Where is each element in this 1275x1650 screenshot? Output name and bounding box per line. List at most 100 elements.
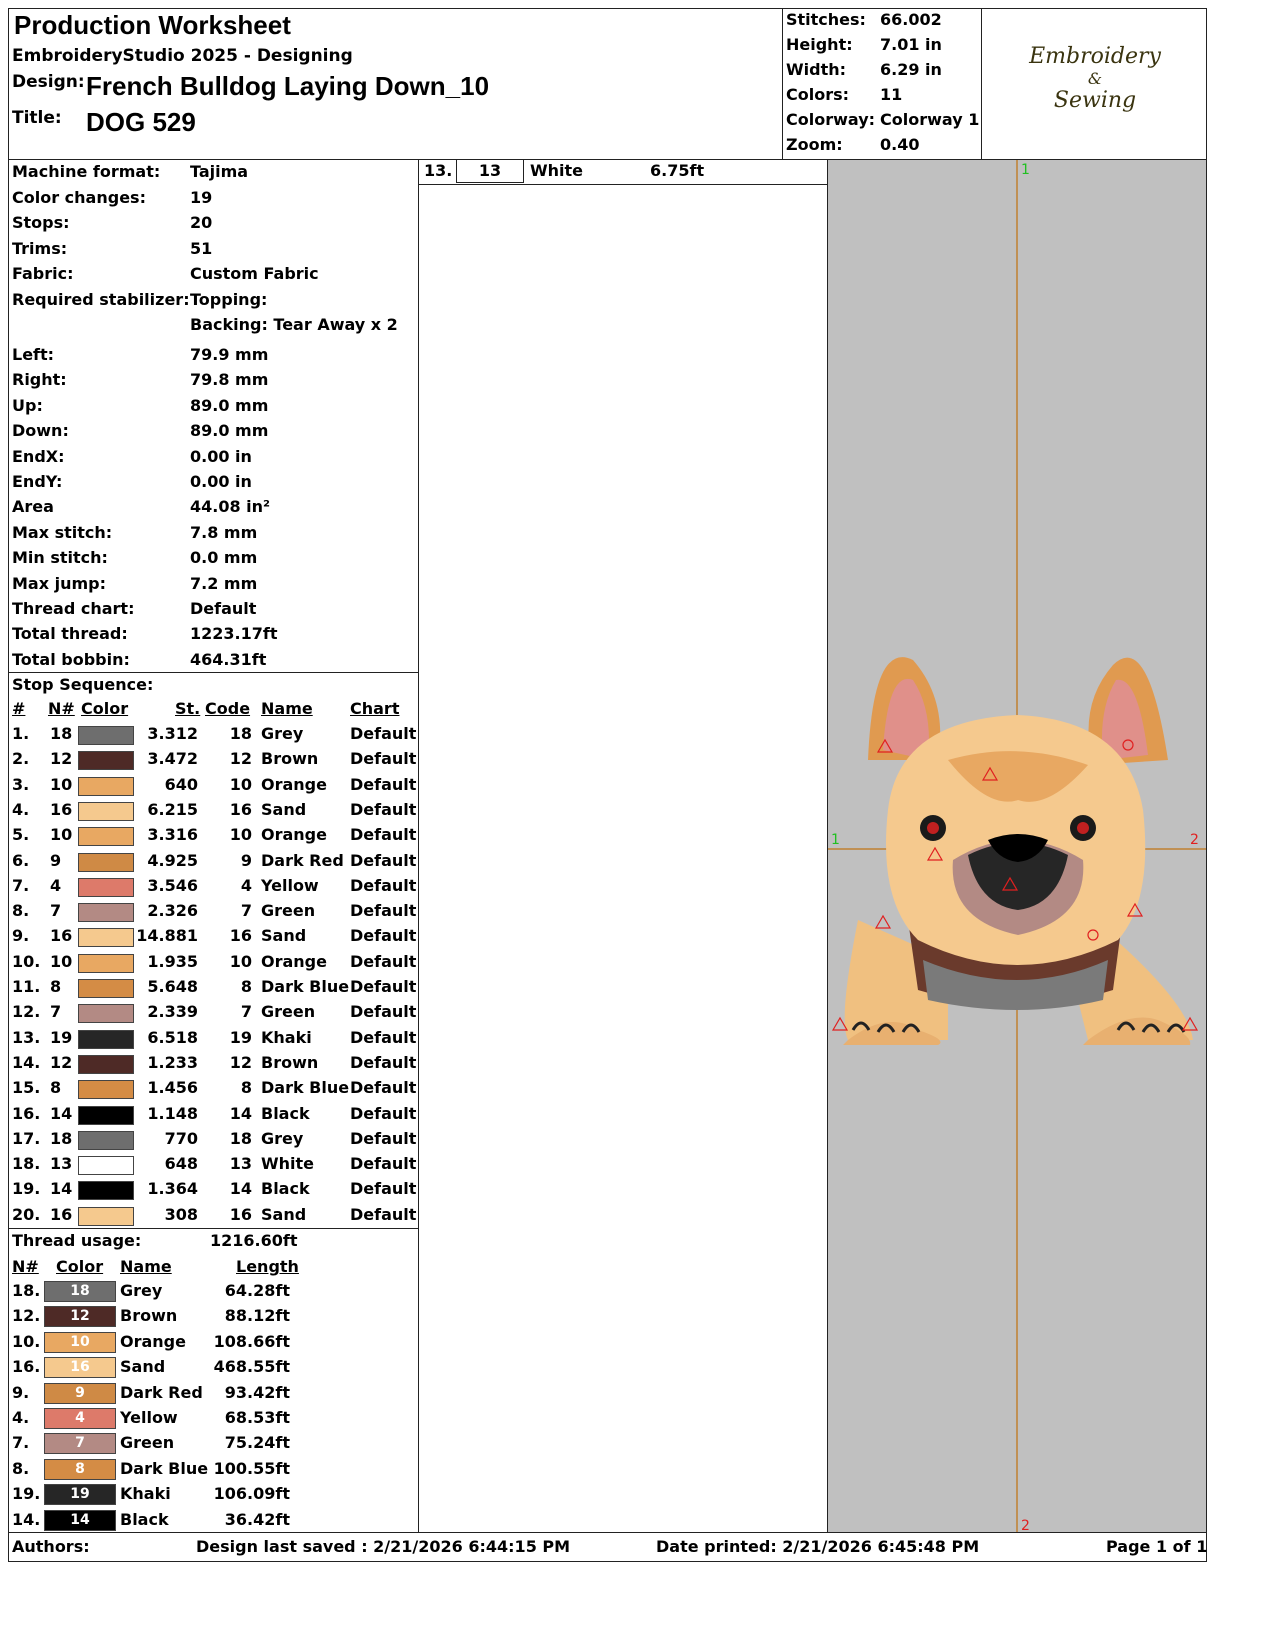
- tu-thread-number: 9.: [12, 1382, 30, 1402]
- stop-color-swatch: [78, 979, 134, 998]
- stop-row: 17. 18 770 18 Grey Default: [4, 1129, 428, 1155]
- stop-row: 9. 16 14.881 16 Sand Default: [4, 926, 428, 952]
- extent-label: Total bobbin:: [12, 649, 130, 669]
- tu-length: 468.55ft: [213, 1357, 290, 1377]
- summary-value: 6.29 in: [880, 60, 942, 79]
- stop-code: 12: [229, 1052, 252, 1072]
- stop-row: 8. 7 2.326 7 Green Default: [4, 901, 428, 927]
- extent-label: Right:: [12, 370, 67, 390]
- stop-chart: Default: [350, 926, 417, 946]
- stop-thread-number: 13: [50, 1154, 73, 1174]
- detail-row: Stops: 20: [12, 213, 432, 239]
- stop-stitches: 1.364: [147, 1179, 198, 1199]
- stop-num: 18.: [12, 1154, 41, 1174]
- detail-value: Tajima: [190, 162, 249, 181]
- stop-stitches: 3.546: [147, 875, 198, 895]
- design-preview: 1 2 1 2: [827, 159, 1207, 1533]
- stop-code: 14: [229, 1179, 252, 1199]
- stop-thread-number: 10: [50, 825, 73, 845]
- extent-row: Area 44.08 in²: [12, 497, 432, 523]
- col-name: Name: [261, 699, 313, 718]
- stop-chart: Default: [350, 1052, 417, 1072]
- tu-name: Dark Red: [120, 1382, 203, 1402]
- software-name: EmbroideryStudio 2025 - Designing: [12, 46, 353, 66]
- stop-name: Sand: [261, 799, 307, 819]
- summary-row: Colorway: Colorway 1: [786, 110, 980, 134]
- stop-num: 2.: [12, 749, 30, 769]
- detail-label: Stops:: [12, 213, 70, 232]
- stop-thread-number: 18: [50, 1128, 73, 1148]
- extent-row: EndY: 0.00 in: [12, 472, 432, 498]
- extent-label: Up:: [12, 395, 43, 415]
- guide-marker-bottom: 2: [1021, 1518, 1030, 1533]
- stop-color-swatch: [78, 1181, 134, 1201]
- detail-row: Machine format: Tajima: [12, 162, 432, 188]
- tu-color-swatch: 12: [44, 1306, 116, 1328]
- tu-col-color: Color: [56, 1257, 104, 1276]
- tu-length: 75.24ft: [224, 1433, 290, 1453]
- logo-line-3: Sewing: [1053, 88, 1137, 113]
- logo-line-2: &: [1087, 69, 1103, 88]
- summary-row: Stitches: 66.002: [786, 10, 980, 34]
- extent-row: Total bobbin: 464.31ft: [12, 650, 432, 676]
- stop-row: 15. 8 1.456 8 Dark Blue Default: [4, 1078, 428, 1104]
- stop-code: 19: [229, 1027, 252, 1047]
- summary-label: Width:: [786, 60, 847, 79]
- tu-color-swatch: 16: [44, 1357, 116, 1379]
- stop-thread-number: 16: [50, 799, 73, 819]
- stop-stitches: 6.215: [147, 799, 198, 819]
- stop-name: Black: [261, 1103, 310, 1123]
- stop-num: 15.: [12, 1078, 41, 1098]
- stop-thread-number: 18: [50, 724, 73, 743]
- stop-code: 12: [229, 749, 252, 769]
- stop-thread-number: 7: [50, 1002, 62, 1022]
- stop-color-swatch: [78, 852, 134, 872]
- detail-value: Backing: Tear Away x 2: [190, 315, 398, 334]
- stop-chart: Default: [350, 901, 417, 921]
- thread-usage-row: 8. 8 Dark Blue 100.55ft: [4, 1458, 424, 1485]
- detail-value: Topping:: [190, 289, 268, 309]
- middle-row-code: 13: [456, 159, 524, 183]
- stop-color-swatch: [78, 801, 134, 821]
- stop-thread-number: 8: [50, 977, 62, 996]
- stop-row: 19. 14 1.364 14 Black Default: [4, 1179, 428, 1205]
- extent-value: 0.00 in: [190, 446, 252, 466]
- extent-label: Left:: [12, 345, 55, 364]
- stop-chart: Default: [350, 1128, 417, 1148]
- tu-color-swatch: 9: [44, 1382, 116, 1404]
- tu-thread-number: 16.: [12, 1357, 41, 1377]
- guide-marker-left: 1: [831, 832, 840, 848]
- col-chart: Chart: [350, 699, 400, 718]
- detail-row: Fabric: Custom Fabric: [12, 264, 432, 290]
- thread-usage-summary: Thread usage: 1216.60ft: [4, 1231, 424, 1257]
- thread-usage-row: 12. 12 Brown 88.12ft: [4, 1306, 424, 1332]
- col-n: N#: [48, 699, 75, 718]
- thread-usage-row: 7. 7 Green 75.24ft: [4, 1433, 424, 1459]
- detail-row: Required stabilizer: Topping:: [12, 290, 432, 316]
- stop-name: Sand: [261, 1204, 307, 1224]
- stop-code: 9: [240, 850, 252, 870]
- stop-color-swatch: [78, 1080, 134, 1100]
- tu-thread-number: 18.: [12, 1281, 41, 1300]
- stop-chart: Default: [350, 825, 417, 845]
- extent-row: Left: 79.9 mm: [12, 345, 432, 371]
- extent-value: 79.8 mm: [190, 370, 269, 390]
- tu-color-swatch: 18: [44, 1281, 116, 1302]
- stop-num: 12.: [12, 1002, 41, 1022]
- tu-length: 93.42ft: [224, 1382, 290, 1402]
- stop-name: Dark Red: [261, 850, 344, 870]
- stop-name: Orange: [261, 951, 327, 971]
- extent-row: Up: 89.0 mm: [12, 396, 432, 422]
- tu-thread-number: 19.: [12, 1484, 41, 1504]
- tu-thread-number: 14.: [12, 1509, 41, 1529]
- stop-thread-number: 16: [50, 926, 73, 946]
- stop-stitches: 3.472: [147, 749, 198, 769]
- stop-num: 6.: [12, 850, 30, 870]
- summary-value: 11: [880, 85, 903, 104]
- extent-row: Thread chart: Default: [12, 599, 432, 625]
- stop-row: 20. 16 308 16 Sand Default: [4, 1205, 428, 1231]
- stop-num: 14.: [12, 1052, 41, 1072]
- detail-row: Trims: 51: [12, 239, 432, 265]
- stop-code: 16: [229, 799, 252, 819]
- guide-marker-top: 1: [1021, 162, 1030, 178]
